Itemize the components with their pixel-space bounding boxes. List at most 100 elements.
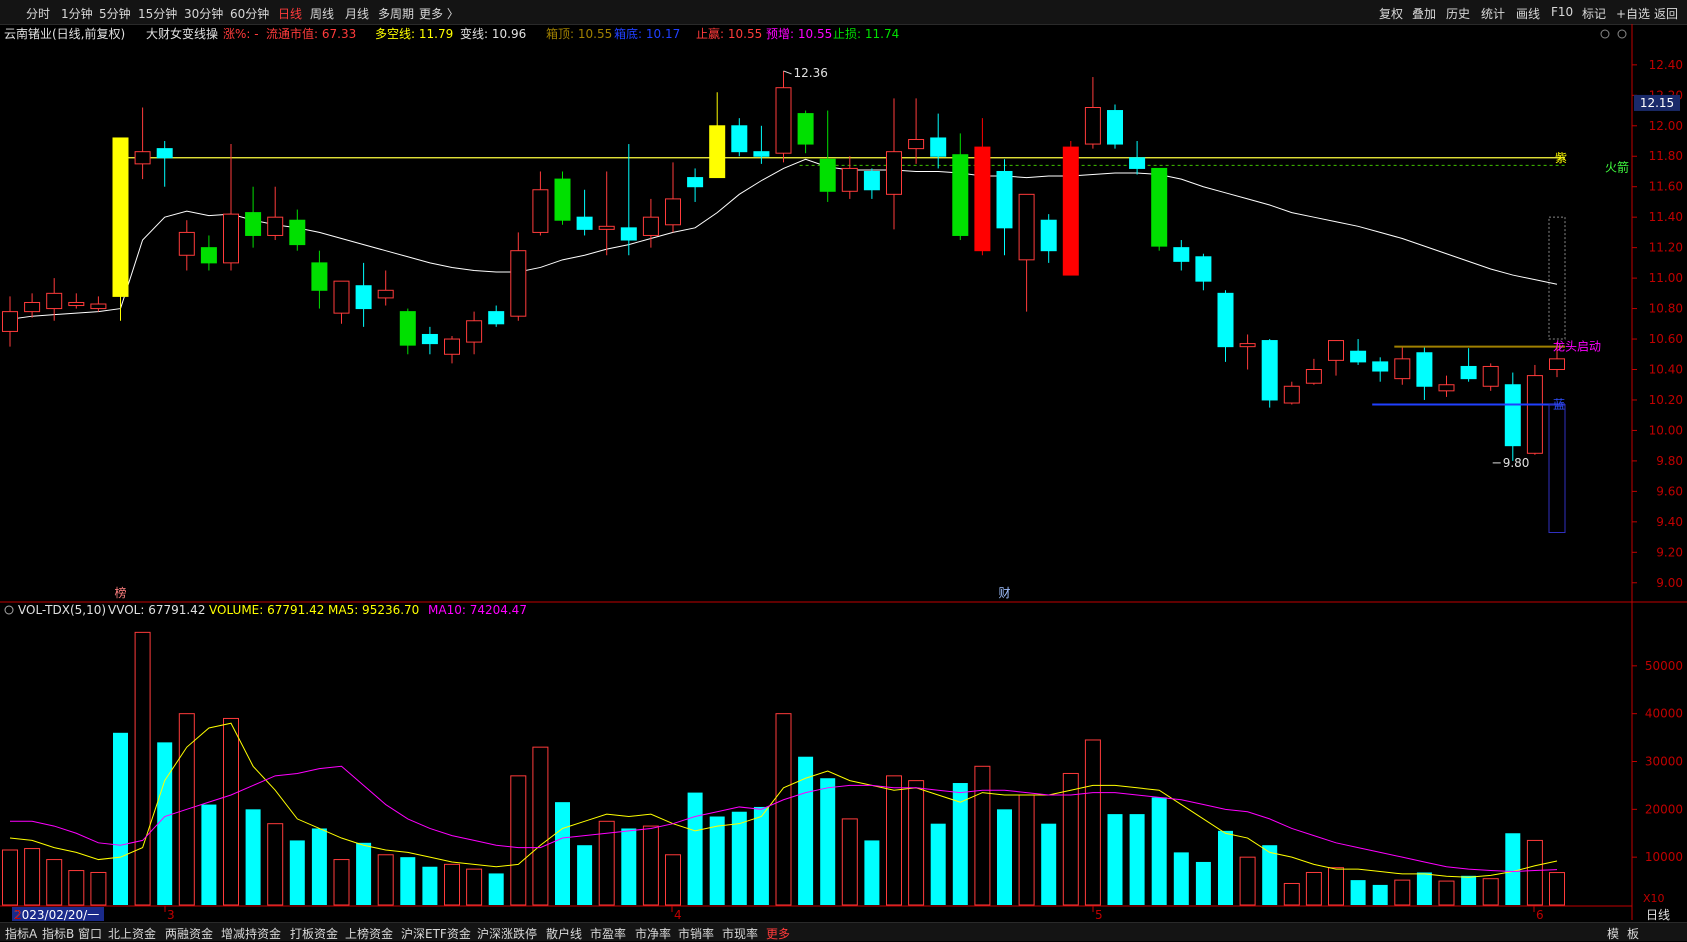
candle-body[interactable]: [333, 280, 350, 314]
candle-body[interactable]: [930, 137, 947, 157]
kline-chart[interactable]: 9.00 9.20 9.40 9.60 9.80 10.00 10.20 10.40 10.60…: [0, 0, 1687, 940]
candle-body[interactable]: [1394, 358, 1411, 380]
candle-body[interactable]: [112, 137, 129, 297]
candle-body[interactable]: [841, 167, 858, 192]
bottom-tab-1[interactable]: 指标B: [42, 925, 74, 942]
volume-bar[interactable]: [555, 802, 570, 905]
candle-body[interactable]: [466, 320, 483, 343]
candle-body[interactable]: [797, 113, 814, 145]
bottom-tab-7[interactable]: 上榜资金: [345, 925, 393, 942]
volume-bar[interactable]: [864, 840, 880, 905]
candle-body[interactable]: [355, 285, 372, 310]
volume-bar[interactable]: [68, 870, 85, 906]
volume-bar[interactable]: [113, 732, 128, 905]
volume-bar[interactable]: [1018, 794, 1035, 906]
volume-bar[interactable]: [90, 871, 107, 906]
volume-bar[interactable]: [1084, 739, 1101, 906]
candle-body[interactable]: [1504, 384, 1521, 447]
candle-body[interactable]: [289, 219, 306, 246]
bottom-tab-4[interactable]: 两融资金: [165, 925, 213, 942]
volume-bar[interactable]: [422, 866, 438, 905]
options-icon[interactable]: [1600, 29, 1610, 39]
candle-body[interactable]: [709, 125, 726, 179]
candle-body[interactable]: [1350, 350, 1367, 363]
candle-body[interactable]: [134, 151, 151, 165]
volume-bar[interactable]: [1283, 882, 1300, 906]
volume-bar[interactable]: [621, 828, 637, 905]
volume-bar[interactable]: [997, 809, 1012, 905]
bottom-tab-12[interactable]: 市净率: [635, 925, 671, 942]
bottom-tab-0[interactable]: 指标A: [5, 925, 37, 942]
candle-body[interactable]: [1084, 107, 1101, 145]
volume-bar[interactable]: [245, 809, 261, 905]
volume-bar[interactable]: [687, 792, 703, 905]
candle-body[interactable]: [908, 138, 925, 150]
candle-body[interactable]: [1217, 292, 1234, 348]
volume-bar[interactable]: [908, 780, 925, 906]
candle-body[interactable]: [46, 292, 63, 310]
volume-bar[interactable]: [709, 816, 725, 905]
volume-bar[interactable]: [974, 765, 991, 906]
volume-bar[interactable]: [1262, 845, 1278, 905]
candle-body[interactable]: [488, 311, 505, 325]
volume-bar[interactable]: [2, 849, 18, 906]
close-icon[interactable]: [1617, 29, 1627, 39]
volume-bar[interactable]: [1151, 797, 1167, 905]
volume-bar[interactable]: [886, 775, 902, 906]
candle-body[interactable]: [1151, 167, 1168, 247]
candle-body[interactable]: [731, 125, 748, 153]
volume-bar[interactable]: [532, 746, 549, 906]
candle-body[interactable]: [996, 170, 1013, 229]
candle-body[interactable]: [1283, 385, 1300, 404]
volume-bar[interactable]: [223, 717, 239, 906]
volume-bar[interactable]: [510, 775, 527, 906]
candle-body[interactable]: [1018, 193, 1035, 261]
candle-body[interactable]: [576, 216, 593, 230]
candle-body[interactable]: [863, 170, 880, 191]
volume-bar[interactable]: [46, 859, 63, 906]
candle-body[interactable]: [311, 262, 328, 291]
volume-bar[interactable]: [488, 873, 504, 905]
candle-body[interactable]: [598, 225, 615, 230]
volume-bar[interactable]: [731, 811, 747, 905]
volume-bar[interactable]: [1239, 856, 1256, 906]
bottom-right-0[interactable]: 模: [1607, 925, 1619, 942]
volume-bar[interactable]: [1305, 871, 1322, 906]
candle-body[interactable]: [753, 151, 770, 157]
candle-body[interactable]: [554, 178, 571, 221]
volume-bar[interactable]: [1350, 880, 1366, 905]
candle-body[interactable]: [444, 338, 460, 355]
volume-bar[interactable]: [1041, 823, 1057, 905]
bottom-tab-9[interactable]: 沪深涨跌停: [477, 925, 537, 942]
candle-body[interactable]: [24, 301, 41, 313]
candle-body[interactable]: [642, 216, 659, 236]
candle-body[interactable]: [687, 177, 704, 188]
candle-body[interactable]: [1416, 352, 1433, 387]
bottom-tab-10[interactable]: 散户线: [546, 925, 582, 942]
volume-bar[interactable]: [1218, 830, 1233, 905]
bottom-tab-11[interactable]: 市盈率: [590, 925, 626, 942]
candle-body[interactable]: [1040, 219, 1057, 252]
bottom-tab-5[interactable]: 增减持资金: [221, 925, 281, 942]
volume-options-icon[interactable]: [4, 605, 14, 615]
candle-body[interactable]: [377, 289, 394, 299]
volume-bar[interactable]: [311, 828, 327, 905]
candle-body[interactable]: [421, 333, 438, 345]
candle-body[interactable]: [1129, 157, 1146, 169]
candle-body[interactable]: [952, 154, 969, 236]
candle-body[interactable]: [1328, 340, 1344, 361]
volume-bar[interactable]: [356, 842, 372, 905]
volume-bar[interactable]: [952, 783, 968, 905]
candle-body[interactable]: [532, 189, 549, 233]
candle-body[interactable]: [620, 227, 637, 241]
candle-body[interactable]: [1239, 343, 1256, 348]
volume-bar[interactable]: [753, 806, 769, 905]
volume-bar[interactable]: [930, 823, 946, 905]
candle-body[interactable]: [1305, 369, 1322, 384]
volume-bar[interactable]: [1195, 861, 1211, 905]
candle-body[interactable]: [1549, 358, 1565, 371]
volume-bar[interactable]: [1328, 867, 1344, 906]
volume-bar[interactable]: [1129, 814, 1145, 905]
candle-body[interactable]: [1062, 146, 1079, 276]
volume-bar[interactable]: [201, 804, 217, 905]
